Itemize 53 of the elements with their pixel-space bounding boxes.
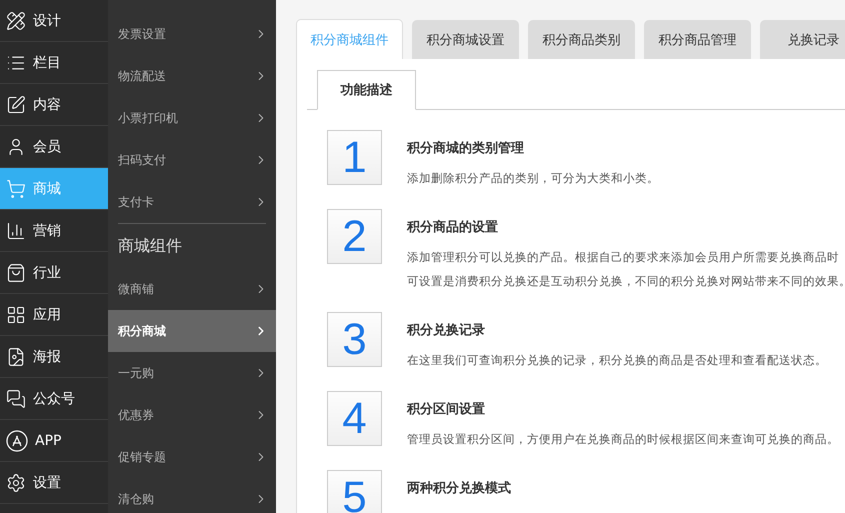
submenu-label: 一元购 xyxy=(118,364,154,382)
submenu-label: 积分商城 xyxy=(118,322,166,340)
feature-title: 积分区间设置 xyxy=(407,401,486,418)
submenu-label: 支付卡 xyxy=(118,194,154,210)
feature-description: 添加管理积分可以兑换的产品。根据自己的要求来添加会员用户所需要兑换商品时 xyxy=(407,249,840,266)
submenu-label: 优惠券 xyxy=(118,406,154,424)
tab[interactable]: 功能描述 xyxy=(317,70,416,110)
image-icon xyxy=(6,346,26,366)
feature-title: 两种积分兑换模式 xyxy=(407,480,511,497)
feature-title: 积分商城的类别管理 xyxy=(407,140,525,157)
app-store-icon xyxy=(6,430,28,452)
step-number: 4 xyxy=(327,391,382,446)
submenu-item[interactable]: 支付卡 xyxy=(108,181,276,223)
submenu-item[interactable]: 小票打印机 xyxy=(108,97,276,139)
feature-title: 积分兑换记录 xyxy=(407,322,486,339)
chat-icon xyxy=(6,388,26,408)
tab[interactable]: 积分商品类别 xyxy=(528,20,635,59)
step-number: 2 xyxy=(327,209,382,264)
chart-icon xyxy=(6,220,26,240)
submenu-item[interactable]: 一元购 xyxy=(108,352,276,394)
feature-description: 添加删除积分产品的类别，可分为大类和小类。 xyxy=(407,170,659,187)
tab[interactable]: 兑换记录 xyxy=(760,20,845,59)
submenu-item[interactable]: 优惠券 xyxy=(108,394,276,436)
submenu-label: 物流配送 xyxy=(118,68,166,84)
feature-description: 可设置是消费积分兑换还是互动积分兑换，不同的积分兑换对网站带来不同的效果。 xyxy=(407,273,845,290)
step-number: 5 xyxy=(327,470,382,513)
step-number: 1 xyxy=(327,130,382,185)
submenu-label: 扫码支付 xyxy=(118,152,166,168)
settings-icon xyxy=(6,472,26,492)
submenu-label: 发票设置 xyxy=(118,26,166,42)
submenu-label: 小票打印机 xyxy=(118,110,178,126)
submenu-item[interactable]: 微商铺 xyxy=(108,268,276,310)
submenu-item[interactable]: 积分商城 xyxy=(108,310,276,352)
tab[interactable]: 积分商品管理 xyxy=(644,20,751,59)
grid-icon xyxy=(6,304,26,324)
submenu-item[interactable]: 促销专题 xyxy=(108,436,276,478)
feature-description: 在这里我们可查询积分兑换的记录，积分兑换的商品是否处理和查看配送状态。 xyxy=(407,352,827,369)
pencil-ruler-icon xyxy=(6,10,26,30)
submenu-label: 促销专题 xyxy=(118,448,166,466)
edit-icon xyxy=(6,94,26,114)
submenu-item[interactable]: 清仓购 xyxy=(108,478,276,513)
feature-description: 管理员设置积分区间，方便用户在兑换商品的时候根据区间来查询可兑换的商品。 xyxy=(407,431,839,448)
step-number: 3 xyxy=(327,312,382,367)
bag-icon xyxy=(6,262,26,282)
cart-icon xyxy=(6,178,26,198)
submenu-item[interactable]: 扫码支付 xyxy=(108,139,276,181)
section-heading: 商城组件 xyxy=(118,223,266,268)
submenu-label: 清仓购 xyxy=(118,490,154,508)
feature-title: 积分商品的设置 xyxy=(407,218,499,236)
submenu-label: 微商铺 xyxy=(118,280,154,298)
submenu-item[interactable]: 发票设置 xyxy=(108,13,276,55)
submenu-item[interactable]: 物流配送 xyxy=(108,55,276,97)
tab[interactable]: 积分商城设置 xyxy=(412,20,519,59)
